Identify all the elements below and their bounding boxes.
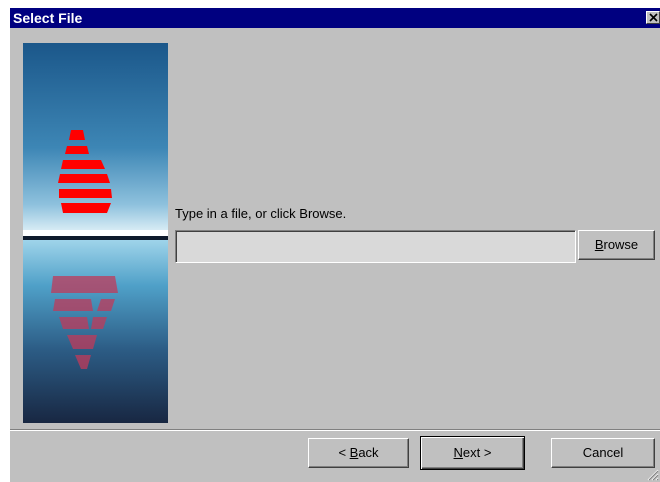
- browse-button[interactable]: Browse: [578, 230, 655, 260]
- next-button[interactable]: Next >: [420, 436, 525, 470]
- size-grip-icon[interactable]: [647, 469, 659, 481]
- back-label: ack: [358, 445, 379, 460]
- wizard-logo-image: [23, 43, 168, 423]
- next-mnemonic: N: [453, 445, 463, 460]
- instruction-text: Type in a file, or click Browse.: [175, 206, 347, 221]
- footer-separator: [10, 429, 660, 431]
- close-icon: [649, 13, 658, 22]
- browse-label: rowse: [603, 237, 639, 252]
- back-arrow: <: [338, 445, 350, 460]
- select-file-dialog: Select File Type in a file, or click Bro…: [10, 8, 660, 482]
- title-bar[interactable]: Select File: [10, 8, 660, 28]
- cancel-button[interactable]: Cancel: [551, 438, 655, 468]
- file-path-input[interactable]: [175, 230, 576, 263]
- window-title: Select File: [13, 10, 83, 26]
- close-button[interactable]: [646, 11, 660, 24]
- back-button[interactable]: < Back: [308, 438, 409, 468]
- next-label: ext >: [462, 445, 492, 460]
